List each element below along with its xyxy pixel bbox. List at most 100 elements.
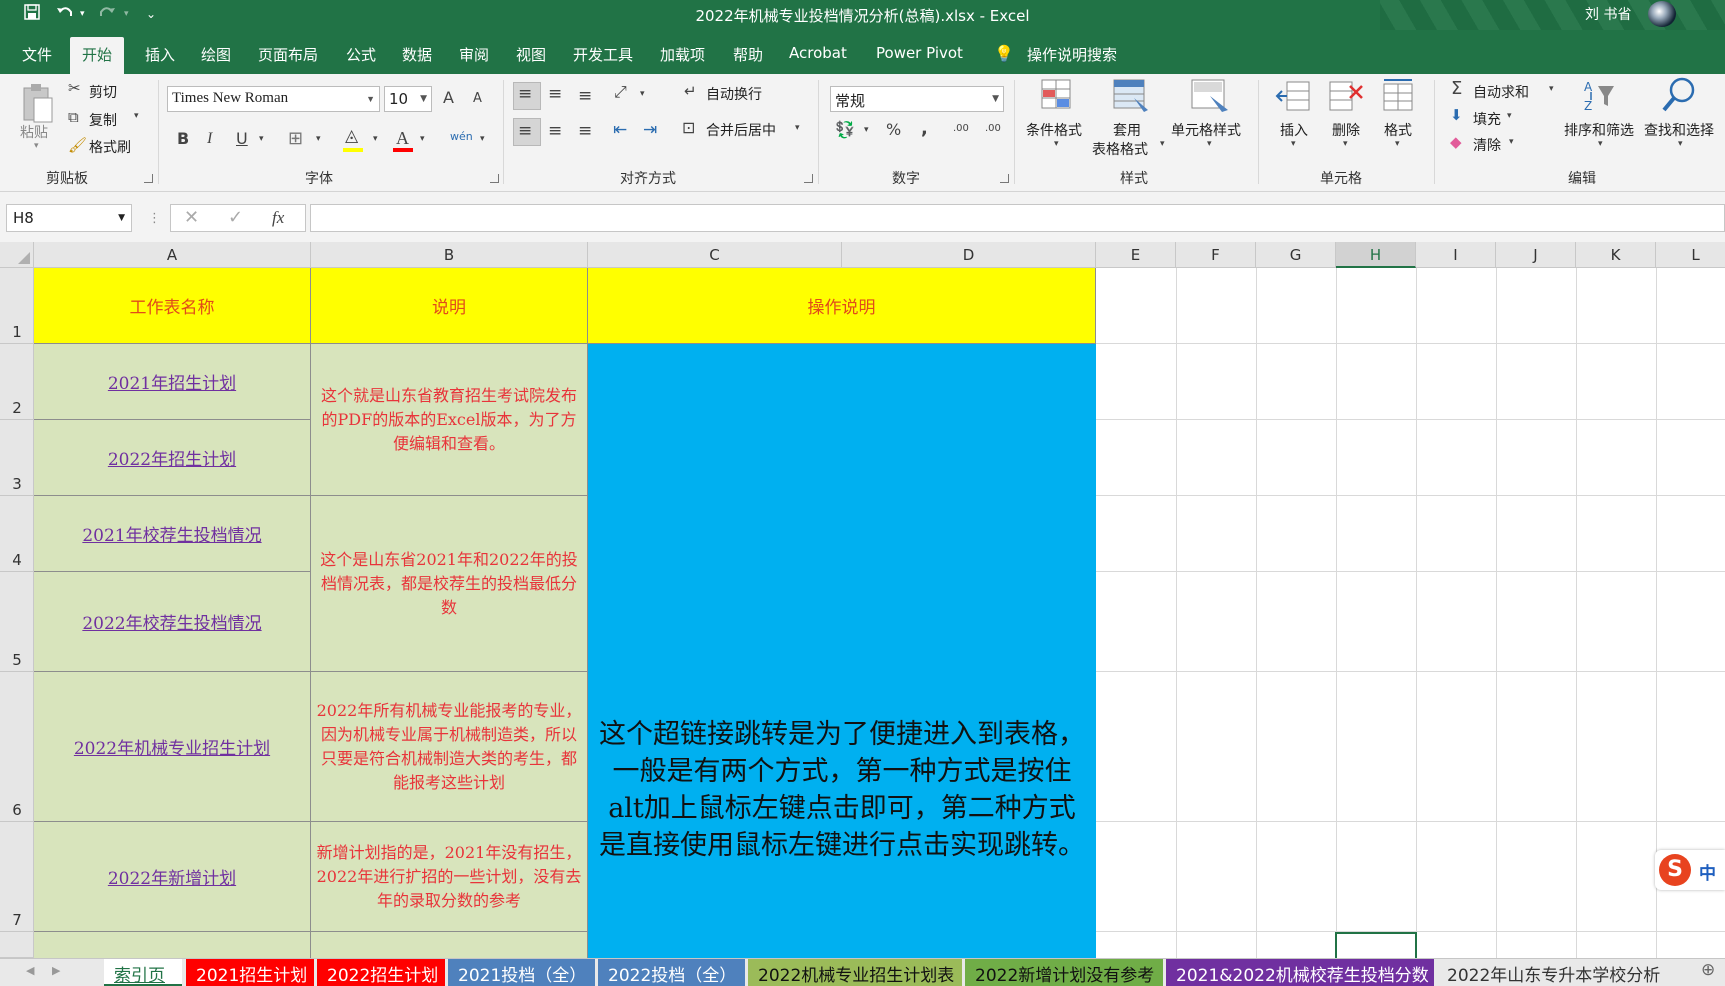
column-header-a[interactable]: A xyxy=(34,242,311,268)
sheet-tab-2021-admission[interactable]: 2021投档（全） xyxy=(448,959,595,986)
accounting-dropdown-icon[interactable]: ▾ xyxy=(864,126,869,135)
font-name-combo[interactable]: Times New Roman ▼ xyxy=(167,86,380,112)
phonetic-dropdown-icon[interactable]: ▾ xyxy=(480,135,485,144)
bold-button[interactable]: B xyxy=(177,131,189,147)
percent-button[interactable]: % xyxy=(886,122,901,138)
column-header-c[interactable]: C xyxy=(588,242,842,268)
delete-cells-icon[interactable] xyxy=(1328,78,1364,114)
column-header-i[interactable]: I xyxy=(1416,242,1496,268)
tell-me-search[interactable]: 操作说明搜索 xyxy=(1027,44,1117,65)
sheet-tab-index[interactable]: 索引页 xyxy=(104,959,182,986)
fill-color-dropdown-icon[interactable]: ▾ xyxy=(373,135,378,144)
sheet-link[interactable]: 2022年新增计划 xyxy=(108,864,236,889)
row-header-5[interactable]: 5 xyxy=(0,572,34,672)
font-size-combo[interactable]: 10 ▼ xyxy=(384,86,432,112)
tab-home[interactable]: 开始 xyxy=(70,37,125,74)
clear-button[interactable]: 清除 xyxy=(1473,135,1501,155)
sheet-link[interactable]: 2021年校荐生投档情况 xyxy=(82,521,261,546)
sheet-tab-2022-upgrade-analysis[interactable]: 2022年山东专升本学校分析 xyxy=(1437,959,1667,986)
conditional-formatting-icon[interactable] xyxy=(1040,78,1076,114)
row-header-1[interactable]: 1 xyxy=(0,268,34,344)
autosum-button[interactable]: 自动求和 xyxy=(1473,82,1529,102)
cell-styles-icon[interactable] xyxy=(1190,78,1230,114)
magnifier-icon[interactable] xyxy=(1660,76,1698,114)
number-launcher-icon[interactable] xyxy=(1000,174,1009,183)
scroll-tabs-right-icon[interactable]: ▶ xyxy=(52,965,60,976)
borders-dropdown-icon[interactable]: ▾ xyxy=(316,135,321,144)
sheet-tab-2021-2022-mech-scores[interactable]: 2021&2022机械校荐生投档分数 xyxy=(1166,959,1434,986)
table-row[interactable] xyxy=(34,932,311,958)
column-header-g[interactable]: G xyxy=(1256,242,1336,268)
sheet-tab-2021-plan[interactable]: 2021招生计划 xyxy=(186,959,314,986)
column-header-d[interactable]: D xyxy=(842,242,1096,268)
paste-button[interactable]: 粘贴 xyxy=(20,122,48,142)
cell-styles-button[interactable]: 单元格样式 xyxy=(1171,120,1241,140)
row-header-7[interactable]: 7 xyxy=(0,822,34,932)
align-center-icon[interactable]: ≡ xyxy=(548,123,562,140)
sheet-tab-2022-admission[interactable]: 2022投档（全） xyxy=(598,959,745,986)
cancel-icon[interactable]: ✕ xyxy=(184,209,199,227)
font-color-dropdown-icon[interactable]: ▾ xyxy=(420,135,425,144)
sheet-tab-2022-mech-plan[interactable]: 2022机械专业招生计划表 xyxy=(748,959,962,986)
find-select-button[interactable]: 查找和选择 xyxy=(1644,120,1714,140)
copy-dropdown-icon[interactable]: ▾ xyxy=(134,112,139,121)
format-as-table-label-1[interactable]: 套用 xyxy=(1113,120,1141,140)
wrap-text-button[interactable]: 自动换行 xyxy=(706,84,762,104)
tab-acrobat[interactable]: Acrobat xyxy=(789,44,847,62)
table-row[interactable]: 2022年新增计划 xyxy=(34,822,311,932)
sheet-link[interactable]: 2021年招生计划 xyxy=(108,369,236,394)
font-launcher-icon[interactable] xyxy=(490,174,499,183)
delete-dropdown-icon[interactable]: ▾ xyxy=(1343,140,1348,149)
table-row[interactable]: 2022年招生计划 xyxy=(34,420,311,496)
increase-indent-icon[interactable]: ⇥ xyxy=(643,122,657,139)
tab-formulas[interactable]: 公式 xyxy=(346,44,376,65)
align-right-icon[interactable]: ≡ xyxy=(578,123,592,140)
format-as-table-icon[interactable] xyxy=(1112,78,1150,114)
insert-function-icon[interactable]: fx xyxy=(272,209,284,226)
autosum-dropdown-icon[interactable]: ▾ xyxy=(1549,85,1554,94)
tab-developer[interactable]: 开发工具 xyxy=(573,44,633,65)
description-cell[interactable]: 这个是山东省2021年和2022年的投档情况表，都是校荐生的投档最低分数 xyxy=(311,496,588,672)
avatar[interactable] xyxy=(1648,1,1676,27)
format-as-table-dropdown-icon[interactable]: ▾ xyxy=(1160,140,1165,149)
column-header-f[interactable]: F xyxy=(1176,242,1256,268)
column-header-l[interactable]: L xyxy=(1656,242,1725,268)
tab-view[interactable]: 视图 xyxy=(516,44,546,65)
row-header-6[interactable]: 6 xyxy=(0,672,34,822)
description-cell[interactable]: 新增计划指的是，2021年没有招生，2022年进行扩招的一些计划，没有去年的录取… xyxy=(311,822,588,932)
instruction-cell[interactable]: 这个超链接跳转是为了便捷进入到表格，一般是有两个方式，第一种方式是按住alt加上… xyxy=(588,344,1096,958)
sort-filter-button[interactable]: 排序和筛选 xyxy=(1564,120,1634,140)
cell-styles-dropdown-icon[interactable]: ▾ xyxy=(1207,140,1212,149)
formula-input[interactable] xyxy=(310,204,1725,232)
enter-icon[interactable]: ✓ xyxy=(228,209,243,227)
header-cell-description[interactable]: 说明 xyxy=(311,268,588,344)
format-cells-icon[interactable] xyxy=(1380,76,1416,114)
tab-addins[interactable]: 加载项 xyxy=(660,44,705,65)
table-row[interactable]: 2021年招生计划 xyxy=(34,344,311,420)
sort-filter-dropdown-icon[interactable]: ▾ xyxy=(1598,140,1603,149)
table-row[interactable]: 2022年机械专业招生计划 xyxy=(34,672,311,822)
description-cell[interactable] xyxy=(311,932,588,958)
fill-dropdown-icon[interactable]: ▾ xyxy=(1507,112,1512,121)
clipboard-launcher-icon[interactable] xyxy=(144,174,153,183)
orientation-icon[interactable]: ⤢ xyxy=(614,84,627,100)
phonetic-guide-icon[interactable]: wén xyxy=(450,131,473,142)
tab-page-layout[interactable]: 页面布局 xyxy=(258,44,318,65)
tab-draw[interactable]: 绘图 xyxy=(201,44,231,65)
fill-color-icon[interactable]: ◬ xyxy=(345,128,358,145)
active-cell-h8[interactable] xyxy=(1335,932,1417,958)
scroll-tabs-left-icon[interactable]: ◀ xyxy=(26,965,34,976)
format-painter-button[interactable]: 格式刷 xyxy=(89,137,131,157)
comma-button[interactable]: , xyxy=(921,120,928,138)
header-cell-sheet-name[interactable]: 工作表名称 xyxy=(34,268,311,344)
description-cell[interactable]: 2022年所有机械专业能报考的专业，因为机械专业属于机械制造类，所以只要是符合机… xyxy=(311,672,588,822)
insert-cells-icon[interactable] xyxy=(1275,78,1311,114)
clear-dropdown-icon[interactable]: ▾ xyxy=(1509,138,1514,147)
row-header-2[interactable]: 2 xyxy=(0,344,34,420)
worksheet-grid[interactable]: A B C D E F G H I J K L 1 2 3 4 5 6 7 工作… xyxy=(0,242,1725,958)
paste-icon[interactable] xyxy=(20,82,56,124)
sheet-tab-2022-plan[interactable]: 2022招生计划 xyxy=(317,959,445,986)
italic-button[interactable]: I xyxy=(207,131,212,147)
find-select-dropdown-icon[interactable]: ▾ xyxy=(1678,140,1683,149)
sheet-link[interactable]: 2022年机械专业招生计划 xyxy=(74,734,270,759)
